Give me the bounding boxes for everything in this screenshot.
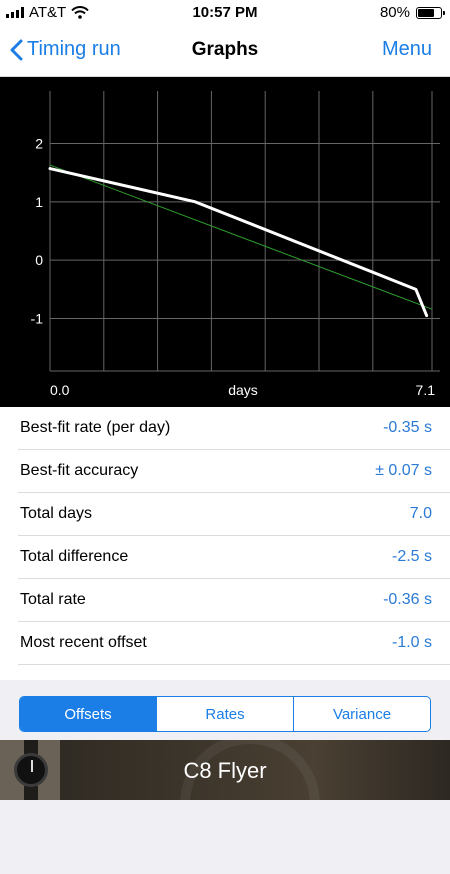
watch-banner[interactable]: C8 Flyer xyxy=(0,734,450,874)
stat-value: -1.0 s xyxy=(391,634,432,651)
battery-percent: 80% xyxy=(379,4,410,21)
stat-label: Total rate xyxy=(20,591,86,608)
navigation-bar: Timing run Graphs Menu xyxy=(0,26,450,77)
stat-value: -0.35 s xyxy=(383,419,432,436)
x-tick-label-max: 7.1 xyxy=(416,382,436,398)
stat-value: -2.5 s xyxy=(391,548,432,565)
stats-table: Best-fit rate (per day) -0.35 s Best-fit… xyxy=(0,407,450,680)
series-line-offsets xyxy=(48,167,429,318)
background-dial-decoration xyxy=(180,734,320,874)
back-button-label: Timing run xyxy=(27,38,121,60)
y-tick-label: -1 xyxy=(31,311,44,327)
stat-row-most-recent-offset: Most recent offset -1.0 s xyxy=(18,622,450,665)
stat-row-best-fit-accuracy: Best-fit accuracy ± 0.07 s xyxy=(18,450,450,493)
y-tick-labels: 2 1 0 -1 xyxy=(31,136,44,327)
status-bar: AT&T 10:57 PM 80% xyxy=(0,0,450,26)
chart-svg: 2 1 0 -1 0.0 days 7.1 xyxy=(31,91,440,398)
stat-label: Total difference xyxy=(20,548,129,565)
battery: 80% xyxy=(379,4,445,21)
stat-row-best-fit-rate: Best-fit rate (per day) -0.35 s xyxy=(18,407,450,450)
menu-button[interactable]: Menu xyxy=(382,38,432,61)
stat-value: ± 0.07 s xyxy=(375,462,432,479)
y-tick-label: 2 xyxy=(35,136,43,152)
stat-label: Total days xyxy=(20,505,93,522)
segment-offsets[interactable]: Offsets xyxy=(20,697,156,731)
stat-row-total-days: Total days 7.0 xyxy=(18,493,450,536)
stat-row-total-rate: Total rate -0.36 s xyxy=(18,579,450,622)
battery-icon xyxy=(416,6,445,19)
y-tick-label: 1 xyxy=(35,194,43,210)
watch-strap-bottom xyxy=(24,786,38,800)
stat-label: Best-fit rate (per day) xyxy=(20,419,171,436)
x-axis-label: days xyxy=(228,382,258,398)
x-tick-label-min: 0.0 xyxy=(50,382,70,398)
stat-label: Most recent offset xyxy=(20,634,147,651)
chart-grid xyxy=(49,91,440,372)
back-button[interactable]: Timing run xyxy=(10,38,121,61)
stat-value: 7.0 xyxy=(409,505,432,522)
battery-fill xyxy=(418,8,434,17)
watch-strap-top xyxy=(24,740,38,754)
graph-type-segmented-control: Offsets Rates Variance xyxy=(19,696,431,732)
segment-rates[interactable]: Rates xyxy=(156,697,293,731)
stat-label: Best-fit accuracy xyxy=(20,462,139,479)
segment-variance[interactable]: Variance xyxy=(293,697,430,731)
watch-name: C8 Flyer xyxy=(183,758,267,783)
stat-row-total-difference: Total difference -2.5 s xyxy=(18,536,450,579)
chevron-left-icon xyxy=(10,39,23,60)
series-line-best-fit xyxy=(49,164,433,310)
stat-value: -0.36 s xyxy=(383,591,432,608)
y-tick-label: 0 xyxy=(35,252,43,268)
offset-graph: 2 1 0 -1 0.0 days 7.1 xyxy=(0,77,450,407)
chart-series xyxy=(48,164,433,318)
